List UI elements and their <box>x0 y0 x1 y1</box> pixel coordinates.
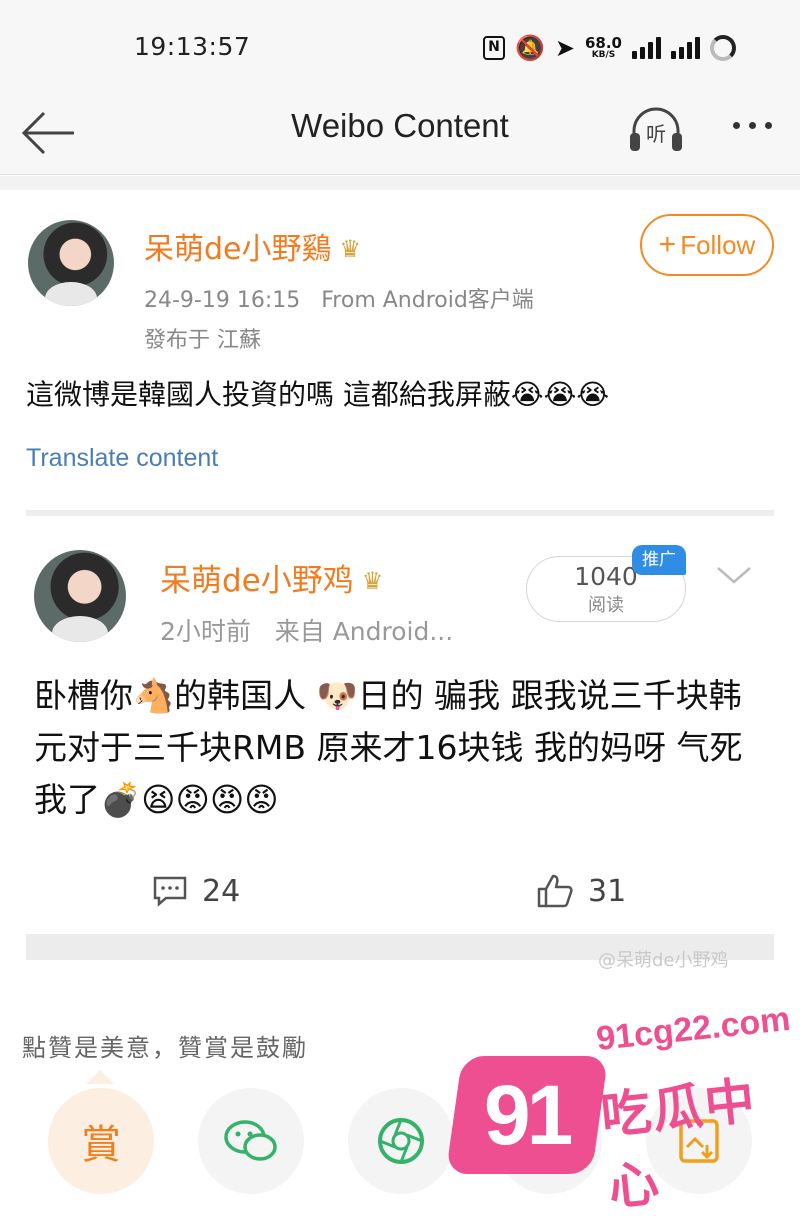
like-count: 31 <box>588 873 627 909</box>
comment-action: 24 <box>152 868 240 914</box>
mute-icon: 🔕 <box>514 34 545 62</box>
embedded-author-name: 呆萌de小野鸡 <box>160 563 354 599</box>
signal-icon <box>632 37 661 59</box>
avatar[interactable] <box>28 220 114 306</box>
status-time: 19:13:57 <box>134 32 251 61</box>
site-logo: 91 <box>445 1056 609 1174</box>
nfc-icon: N <box>482 36 505 60</box>
embedded-time: 2小时前 <box>160 617 251 646</box>
promo-badge: 推广 <box>632 545 686 575</box>
headphones-icon: 听 <box>630 107 682 151</box>
embedded-author: 呆萌de小野鸡 ♛ <box>160 555 383 600</box>
site-logo-mark: 91 <box>484 1067 570 1162</box>
network-speed: 68.0 KB/S <box>585 36 622 60</box>
post-author[interactable]: 呆萌de小野鷄 ♛ <box>144 224 361 268</box>
reward-caption: 點贊是美意，贊賞是鼓勵 <box>22 1034 308 1062</box>
post-text: 這微博是韓國人投資的嗎 這都給我屏蔽😭😭😭 <box>26 378 610 411</box>
embedded-avatar <box>34 550 126 642</box>
wechat-share-button[interactable] <box>198 1088 304 1194</box>
post-timestamp: 24-9-19 16:15 <box>144 288 301 313</box>
reward-label: 賞 <box>81 1122 121 1168</box>
follow-label: Follow <box>680 229 756 260</box>
wechat-icon <box>224 1120 277 1161</box>
vip-crown-icon: ♛ <box>339 235 362 263</box>
battery-icon <box>710 35 736 61</box>
translate-link[interactable]: Translate content <box>26 444 218 473</box>
listen-label: 听 <box>646 122 666 146</box>
comment-count: 24 <box>202 873 241 909</box>
top-bar: Weibo Content 听 <box>0 95 800 175</box>
like-action: 31 <box>536 868 626 914</box>
embedded-meta: 2小时前 来自 Android... <box>160 612 453 648</box>
moments-share-button[interactable] <box>348 1088 454 1194</box>
post-meta: 24-9-19 16:15 From Android客户端 <box>144 282 534 314</box>
moments-icon <box>378 1118 424 1164</box>
post-author-name[interactable]: 呆萌de小野鷄 <box>144 232 332 267</box>
listen-button[interactable]: 听 <box>626 101 686 157</box>
site-logo-url: 91cg22.com <box>594 999 793 1059</box>
read-label: 阅读 <box>588 594 624 616</box>
follow-button[interactable]: + Follow <box>640 214 774 276</box>
watermark: @呆萌de小野鸡 <box>598 950 729 971</box>
status-bar: 19:13:57 N 🔕 ➤ 68.0 KB/S <box>0 0 800 95</box>
thumbs-up-icon <box>537 874 573 908</box>
signal-icon <box>671 37 700 59</box>
network-speed-unit: KB/S <box>591 50 616 60</box>
plus-icon: + <box>658 228 677 261</box>
vip-crown-icon: ♛ <box>361 567 384 595</box>
network-speed-value: 68.0 <box>584 34 622 52</box>
comment-icon <box>153 876 187 907</box>
embedded-post-text: 卧槽你🐴的韩国人 🐶日的 骗我 跟我说三千块韩元对于三千块RMB 原来才16块钱… <box>34 676 743 819</box>
post-source: From Android客户端 <box>321 288 534 313</box>
divider-band <box>0 176 800 190</box>
embedded-source: 来自 Android... <box>274 617 454 646</box>
location-icon: ➤ <box>554 34 575 62</box>
site-logo-name: 吃瓜中心 <box>598 1071 760 1216</box>
chevron-down-icon <box>717 567 751 584</box>
more-options-button[interactable] <box>724 105 780 145</box>
reward-button[interactable]: 賞 <box>48 1088 154 1194</box>
reward-pointer <box>86 1070 114 1084</box>
post-location: 發布于 江蘇 <box>144 328 261 353</box>
status-icons: N 🔕 ➤ 68.0 KB/S <box>482 30 736 66</box>
